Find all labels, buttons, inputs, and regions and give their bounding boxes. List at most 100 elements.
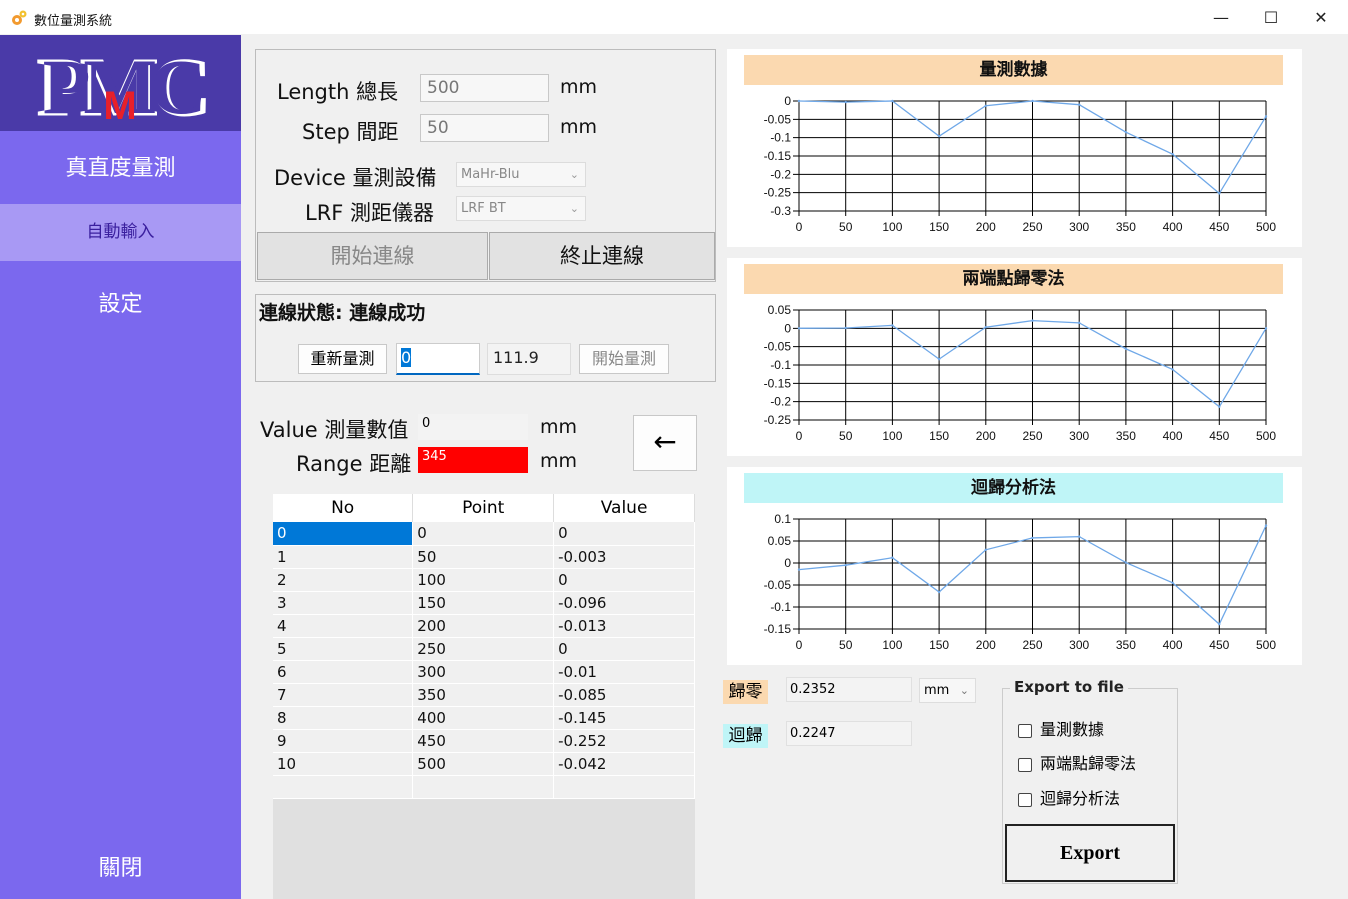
cell-no[interactable]: 2 xyxy=(273,568,414,592)
remeasure-button[interactable]: 重新量測 xyxy=(298,344,387,374)
cell-point[interactable]: 100 xyxy=(412,568,555,592)
y-tick-label: -0.05 xyxy=(764,112,792,126)
y-tick-label: -0.3 xyxy=(770,204,791,218)
start-connection-button[interactable]: 開始連線 xyxy=(257,232,488,280)
sidebar-item-auto-input[interactable]: 自動輸入 xyxy=(0,204,241,261)
cell-value[interactable]: -0.096 xyxy=(553,591,695,615)
x-tick-label: 500 xyxy=(1256,638,1276,652)
svg-text:M: M xyxy=(103,84,136,128)
table-row[interactable]: 1 50 -0.003 xyxy=(273,545,695,569)
export-button[interactable]: Export xyxy=(1005,824,1175,882)
column-header-value[interactable]: Value xyxy=(553,494,695,522)
table-row[interactable]: 10 500 -0.042 xyxy=(273,752,695,776)
index-input[interactable]: 0 xyxy=(396,343,480,375)
unit-select[interactable]: mm ⌄ xyxy=(919,678,976,703)
x-tick-label: 400 xyxy=(1163,638,1183,652)
table-row[interactable]: 2 100 0 xyxy=(273,568,695,592)
cell-no[interactable]: 10 xyxy=(273,752,414,776)
x-tick-label: 0 xyxy=(796,429,803,443)
cell-value[interactable]: -0.042 xyxy=(553,752,695,776)
x-tick-label: 250 xyxy=(1022,220,1042,234)
stop-connection-button[interactable]: 終止連線 xyxy=(489,232,715,280)
chevron-down-icon: ⌄ xyxy=(569,202,579,215)
cell-value[interactable]: -0.085 xyxy=(553,683,695,707)
data-point xyxy=(844,564,847,567)
export-option-raw-label: 量測數據 xyxy=(1040,720,1105,739)
data-point xyxy=(1124,561,1128,564)
cell-no[interactable]: 9 xyxy=(273,729,414,753)
cell-value[interactable]: 0 xyxy=(553,637,695,661)
data-point xyxy=(984,548,987,551)
minimize-icon[interactable]: — xyxy=(1209,6,1233,30)
y-tick-label: -0.05 xyxy=(764,578,792,592)
cell-no[interactable]: 8 xyxy=(273,706,414,730)
start-measure-button[interactable]: 開始量測 xyxy=(579,344,669,374)
device-select-value: MaHr-Blu xyxy=(461,167,520,182)
lrf-select[interactable]: LRF BT ⌄ xyxy=(456,196,586,221)
device-select[interactable]: MaHr-Blu ⌄ xyxy=(456,162,586,187)
sidebar-item-close[interactable]: 關閉 xyxy=(0,850,241,882)
cell-no[interactable]: 5 xyxy=(273,637,414,661)
checkbox-regression[interactable] xyxy=(1018,792,1032,807)
checkbox-endpoint[interactable] xyxy=(1018,757,1032,772)
cell-point[interactable]: 0 xyxy=(412,522,555,546)
x-tick-label: 300 xyxy=(1069,638,1089,652)
export-option-regression[interactable]: 迴歸分析法 xyxy=(1018,789,1120,809)
cell-value[interactable]: 0 xyxy=(553,522,695,546)
cell-no[interactable]: 7 xyxy=(273,683,414,707)
cell-empty xyxy=(273,775,414,799)
table-row[interactable]: 7 350 -0.085 xyxy=(273,683,695,707)
cell-no[interactable]: 0 xyxy=(273,522,414,546)
length-input[interactable]: 500 xyxy=(420,74,549,102)
column-header-point[interactable]: Point xyxy=(412,494,555,522)
sidebar-item-settings[interactable]: 設定 xyxy=(0,286,241,318)
data-point xyxy=(984,104,987,107)
export-option-raw[interactable]: 量測數據 xyxy=(1018,720,1104,740)
back-arrow-button[interactable]: ← xyxy=(633,415,697,471)
cell-no[interactable]: 4 xyxy=(273,614,414,638)
step-label: Step 間距 xyxy=(302,120,399,144)
maximize-icon[interactable]: ☐ xyxy=(1259,6,1283,30)
cell-value[interactable]: -0.003 xyxy=(553,545,695,569)
cell-value[interactable]: -0.01 xyxy=(553,660,695,684)
cell-point[interactable]: 150 xyxy=(412,591,555,615)
y-tick-label: 0.1 xyxy=(774,512,791,526)
cell-value[interactable]: -0.145 xyxy=(553,706,695,730)
step-input[interactable]: 50 xyxy=(420,114,549,142)
cell-point[interactable]: 350 xyxy=(412,683,555,707)
x-tick-label: 400 xyxy=(1163,429,1183,443)
column-header-no[interactable]: No xyxy=(273,494,414,522)
cell-point[interactable]: 50 xyxy=(412,545,555,569)
cell-value[interactable]: -0.013 xyxy=(553,614,695,638)
cell-point[interactable]: 200 xyxy=(412,614,555,638)
cell-no[interactable]: 6 xyxy=(273,660,414,684)
checkbox-raw[interactable] xyxy=(1018,723,1032,738)
table-row[interactable]: 4 200 -0.013 xyxy=(273,614,695,638)
x-tick-label: 50 xyxy=(839,220,853,234)
cell-point[interactable]: 500 xyxy=(412,752,555,776)
table-row[interactable]: 9 450 -0.252 xyxy=(273,729,695,753)
data-point xyxy=(1264,524,1268,527)
cell-value[interactable]: -0.252 xyxy=(553,729,695,753)
x-tick-label: 100 xyxy=(882,638,902,652)
cell-point[interactable]: 250 xyxy=(412,637,555,661)
cell-no[interactable]: 3 xyxy=(273,591,414,615)
close-window-icon[interactable]: ✕ xyxy=(1309,6,1333,30)
cell-point[interactable]: 400 xyxy=(412,706,555,730)
y-tick-label: -0.25 xyxy=(764,413,792,427)
cell-point[interactable]: 300 xyxy=(412,660,555,684)
cell-no[interactable]: 1 xyxy=(273,545,414,569)
export-option-endpoint[interactable]: 兩端點歸零法 xyxy=(1018,754,1136,774)
cell-value[interactable]: 0 xyxy=(553,568,695,592)
x-tick-label: 500 xyxy=(1256,429,1276,443)
table-row[interactable]: 6 300 -0.01 xyxy=(273,660,695,684)
table-row[interactable]: 8 400 -0.145 xyxy=(273,706,695,730)
table-row[interactable]: 000 xyxy=(273,522,695,546)
sidebar-item-straightness[interactable]: 真直度量測 xyxy=(0,150,241,182)
table-row[interactable]: 3 150 -0.096 xyxy=(273,591,695,615)
connection-status: 連線狀態: 連線成功 xyxy=(259,302,426,324)
table-row[interactable]: 5 250 0 xyxy=(273,637,695,661)
x-tick-label: 450 xyxy=(1209,638,1229,652)
data-point xyxy=(1218,622,1221,626)
cell-point[interactable]: 450 xyxy=(412,729,555,753)
